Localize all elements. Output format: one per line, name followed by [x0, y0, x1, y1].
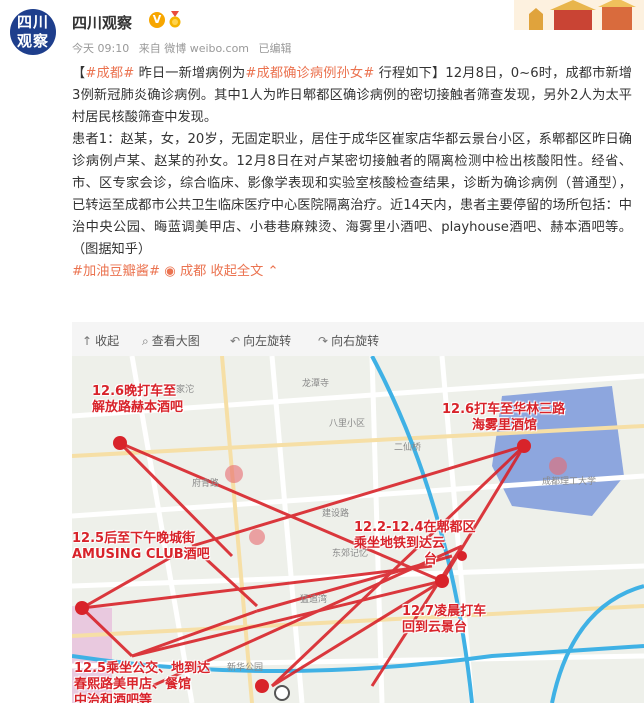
bracket-text: 【 — [72, 66, 86, 81]
post-time[interactable]: 今天 09:10 — [72, 42, 129, 55]
collapse-full-text-link[interactable]: 收起全文 ⌃ — [211, 264, 279, 279]
post-meta: 今天 09:10 来自 微博 weibo.com 已编辑 — [72, 40, 298, 56]
route-label-5: 12.7凌晨打车 回到云景台 — [402, 604, 486, 636]
rotate-left-label: 向左旋转 — [243, 334, 292, 348]
post-footer-links: #加油豆瓣酱# ◉ 成都 收起全文 ⌃ — [72, 261, 632, 283]
route-label-line: 12.5后至下午晚城街 — [72, 531, 196, 546]
route-label-line: 中治和酒吧等 — [74, 693, 153, 703]
collapse-image-label: 收起 — [95, 334, 120, 348]
place-label: 成都理工大学 — [542, 477, 597, 487]
avatar-text-line1: 四川 — [16, 13, 49, 31]
route-label-line: 台 — [424, 552, 438, 567]
place-label: 府青路 — [192, 479, 220, 489]
hashtag-granddaughter[interactable]: #成都确诊病例孙女# — [245, 66, 374, 81]
place-label: 八里小区 — [329, 419, 366, 429]
route-label-line: 12.2-12.4在郫都区 — [354, 520, 476, 535]
rotate-left-icon: ↶ — [230, 334, 241, 348]
place-label: 龙潭寺 — [302, 379, 330, 389]
route-label-2: 12.6打车至华林三路 海雾里酒馆 — [442, 402, 565, 434]
verified-v-icon: V — [149, 12, 165, 28]
route-label-line: 解放路赫本酒吧 — [92, 400, 184, 415]
collapse-label: 收起全文 — [210, 264, 264, 279]
route-map-image[interactable]: 李家沱 八里小区 二仙桥 成都理工大学 新华公园 猛追湾 建设路 龙潭寺 府青路… — [72, 356, 644, 703]
post-text: 昨日一新增病例为 — [134, 66, 246, 81]
route-label-line: 乘坐地铁到达云 — [354, 536, 446, 551]
username[interactable]: 四川观察 — [72, 12, 132, 33]
locate-icon[interactable] — [274, 685, 290, 701]
post-body: 【#成都# 昨日一新增病例为#成都确诊病例孙女# 行程如下】12月8日，0~6时… — [72, 63, 632, 283]
route-label-line: 春熙路美甲店、餐馆 — [74, 677, 192, 692]
location-label: 成都 — [179, 264, 207, 279]
zoom-icon: ⌕ — [142, 334, 149, 348]
route-label-line: AMUSING CLUB酒吧 — [72, 547, 210, 562]
collapse-image-button[interactable]: ↑ 收起 — [82, 332, 119, 349]
route-label-line: 回到云景台 — [402, 620, 468, 635]
route-label-line: 12.6晚打车至 — [92, 384, 177, 399]
location-link[interactable]: ◉ 成都 — [164, 264, 210, 279]
route-label-line: 海雾里酒馆 — [472, 418, 538, 433]
location-pin-icon: ◉ — [164, 264, 176, 279]
place-label: 建设路 — [322, 509, 350, 519]
avatar-text-line2: 观察 — [16, 32, 49, 50]
post-paragraph-1: 【#成都# 昨日一新增病例为#成都确诊病例孙女# 行程如下】12月8日，0~6时… — [72, 63, 632, 129]
place-label: 猛追湾 — [300, 595, 328, 605]
rotate-left-button[interactable]: ↶ 向左旋转 — [230, 332, 291, 349]
view-large-button[interactable]: ⌕ 查看大图 — [142, 332, 200, 349]
route-label-line: 12.7凌晨打车 — [402, 604, 487, 619]
rotate-right-label: 向右旋转 — [331, 334, 380, 348]
place-label: 二仙桥 — [394, 443, 422, 453]
route-label-line: 12.6打车至华林三路 — [442, 402, 566, 417]
medal-icon — [169, 11, 181, 28]
route-label-line: 12.5乘坐公交、地到达 — [74, 661, 211, 676]
route-label-3: 12.5后至下午晚城街 AMUSING CLUB酒吧 — [72, 531, 210, 563]
rotate-right-icon: ↷ — [318, 334, 329, 348]
image-toolbar: ↑ 收起 ⌕ 查看大图 ↶ 向左旋转 ↷ 向右旋转 — [72, 322, 644, 356]
route-label-6: 12.5乘坐公交、地到达 春熙路美甲店、餐馆 中治和酒吧等 — [74, 661, 210, 703]
hashtag-footer[interactable]: #加油豆瓣酱# — [72, 264, 160, 279]
post-source[interactable]: 来自 微博 weibo.com — [139, 42, 249, 55]
view-large-label: 查看大图 — [151, 334, 200, 348]
rotate-right-button[interactable]: ↷ 向右旋转 — [318, 332, 379, 349]
post-paragraph-2: 患者1：赵某，女，20岁，无固定职业，居住于成华区崔家店华都云景台小区，系郫都区… — [72, 132, 632, 257]
collapse-arrow-icon: ↑ — [82, 334, 93, 348]
route-label-1: 12.6晚打车至 解放路赫本酒吧 — [92, 384, 183, 416]
post-header: 四川 观察 四川观察 V 今天 09:10 来自 微博 weibo.com 已编… — [0, 0, 644, 62]
chevron-up-icon: ⌃ — [267, 264, 279, 279]
route-label-4: 12.2-12.4在郫都区 乘坐地铁到达云 台 — [354, 520, 476, 568]
place-label: 新华公园 — [227, 663, 264, 673]
header-decoration-image — [514, 0, 644, 30]
hashtag-chengdu[interactable]: #成都# — [85, 66, 134, 81]
avatar[interactable]: 四川 观察 — [10, 9, 56, 55]
edited-label[interactable]: 已编辑 — [259, 42, 292, 55]
